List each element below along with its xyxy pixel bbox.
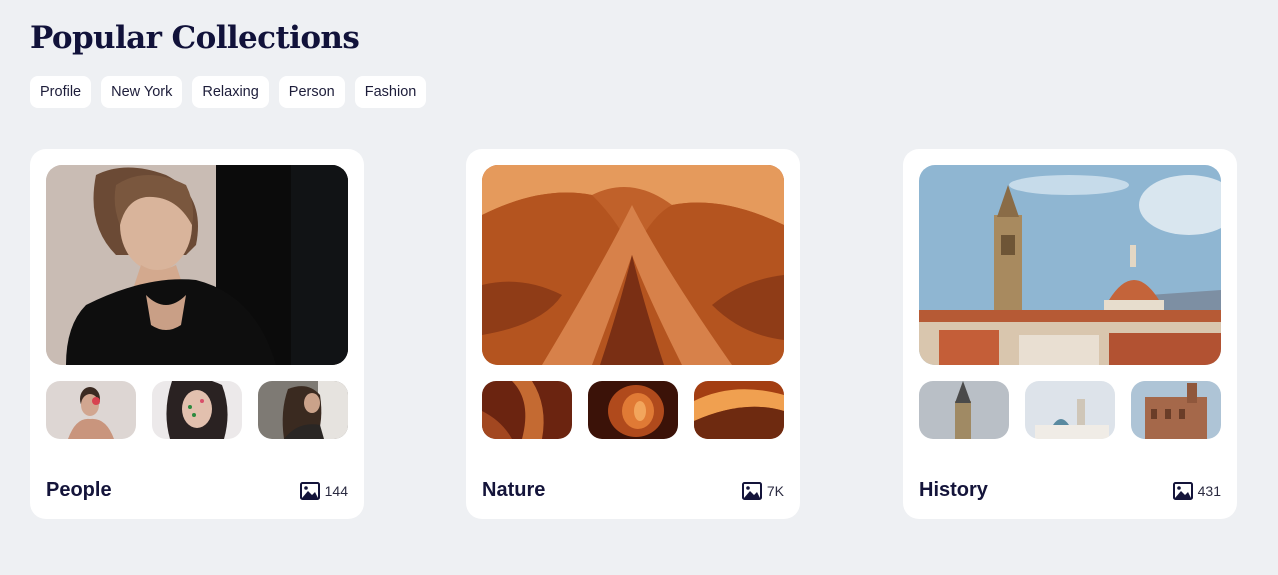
collection-hero-image[interactable] bbox=[919, 165, 1221, 365]
collection-title: Nature bbox=[482, 479, 546, 501]
collection-thumb[interactable] bbox=[258, 381, 348, 439]
image-icon bbox=[299, 481, 320, 500]
collection-hero-image[interactable] bbox=[46, 165, 348, 365]
collection-thumb[interactable] bbox=[482, 381, 572, 439]
collection-thumb[interactable] bbox=[694, 381, 784, 439]
image-icon bbox=[741, 481, 762, 500]
collection-hero-image[interactable] bbox=[482, 165, 784, 365]
tag-relaxing[interactable]: Relaxing bbox=[192, 76, 269, 108]
tag-fashion[interactable]: Fashion bbox=[354, 76, 427, 108]
collection-thumb[interactable] bbox=[46, 381, 136, 439]
collection-thumb[interactable] bbox=[1131, 381, 1221, 439]
collection-thumb[interactable] bbox=[919, 381, 1009, 439]
tag-new-york[interactable]: New York bbox=[101, 76, 183, 108]
image-icon bbox=[1172, 481, 1193, 500]
collection-count: 144 bbox=[299, 481, 348, 500]
tag-profile[interactable]: Profile bbox=[30, 76, 92, 108]
collection-thumb[interactable] bbox=[1025, 381, 1115, 439]
collection-card-people[interactable]: People 144 bbox=[30, 149, 364, 519]
tag-person[interactable]: Person bbox=[278, 76, 345, 108]
collection-card-nature[interactable]: Nature 7K bbox=[466, 149, 800, 519]
collection-thumb[interactable] bbox=[588, 381, 678, 439]
collection-count: 7K bbox=[741, 481, 784, 500]
collection-count-value: 431 bbox=[1197, 482, 1221, 499]
collection-count-value: 144 bbox=[324, 482, 348, 499]
collection-count-value: 7K bbox=[766, 482, 784, 499]
page-title: Popular Collections bbox=[30, 20, 360, 56]
collection-count: 431 bbox=[1172, 481, 1221, 500]
collection-thumb[interactable] bbox=[152, 381, 242, 439]
collection-title: History bbox=[919, 479, 988, 501]
collection-title: People bbox=[46, 479, 112, 501]
collection-card-history[interactable]: History 431 bbox=[903, 149, 1237, 519]
tag-list: Profile New York Relaxing Person Fashion bbox=[30, 76, 427, 108]
